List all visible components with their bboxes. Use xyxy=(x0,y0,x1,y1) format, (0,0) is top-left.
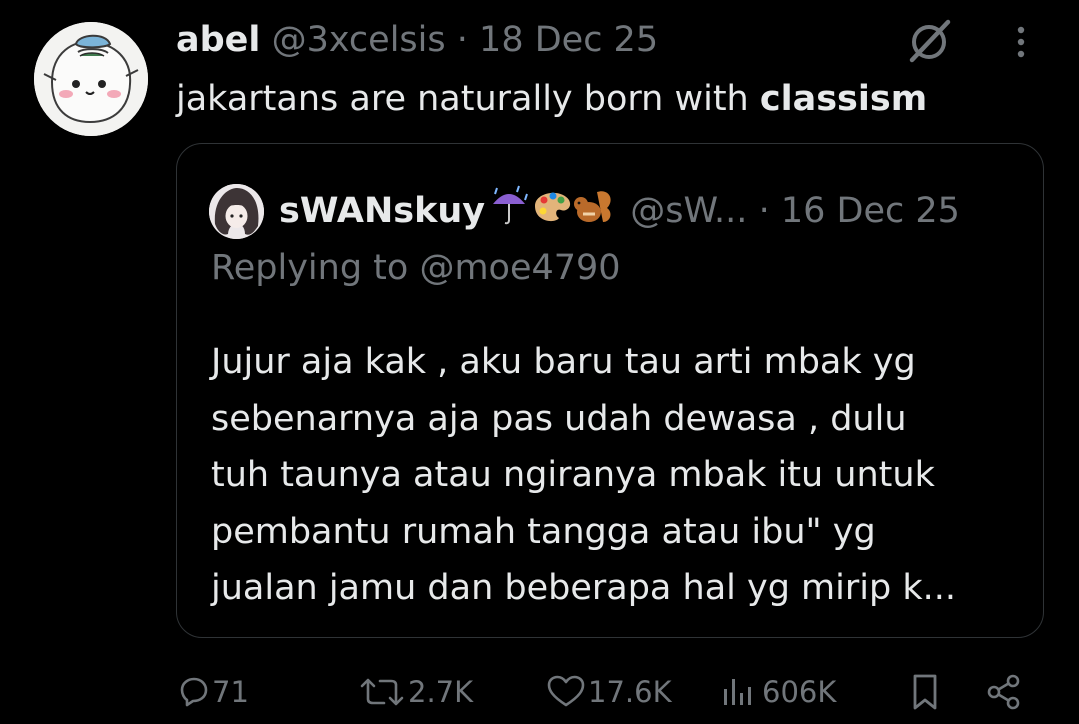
grok-icon[interactable] xyxy=(904,18,954,64)
like-count: 17.6K xyxy=(588,675,672,709)
tweet: abel @3xcelsis · 18 Dec 25 jakartans are… xyxy=(0,0,1079,724)
share-icon xyxy=(987,674,1020,710)
reply-count: 71 xyxy=(212,675,249,709)
reply-icon xyxy=(180,677,208,707)
author-emoji-group xyxy=(489,182,615,228)
quoted-text-line: sebenarnya aja pas udah dewasa , dulu xyxy=(211,398,907,439)
palette-emoji xyxy=(535,192,571,222)
quoted-text-line: pembantu rumah tangga atau ibu" yg xyxy=(211,511,876,552)
action-bar: 71 2.7K 17.6K 606K xyxy=(0,666,1079,718)
heart-icon xyxy=(547,675,585,707)
views-button[interactable]: 606K xyxy=(720,666,836,718)
bookmark-button[interactable] xyxy=(908,666,942,718)
repost-count: 2.7K xyxy=(408,675,474,709)
quoted-text-line: tuh taunya atau ngiranya mbak itu untuk xyxy=(211,455,935,495)
quoted-tweet-card[interactable]: sWANskuy @sW... · 16 Dec 25 Replying to … xyxy=(176,143,1044,638)
author-avatar[interactable] xyxy=(34,22,148,136)
replying-to-label[interactable]: Replying to @moe4790 xyxy=(211,244,621,292)
repost-button[interactable]: 2.7K xyxy=(358,666,473,718)
bookmark-icon xyxy=(913,674,937,710)
quoted-text-line: Jujur aja kak , aku baru tau arti mbak y… xyxy=(211,342,916,382)
share-button[interactable] xyxy=(984,666,1024,718)
tweet-header: abel @3xcelsis · 18 Dec 25 xyxy=(176,18,658,62)
quoted-avatar-illustration xyxy=(209,184,264,239)
author-handle[interactable]: @3xcelsis xyxy=(272,20,446,60)
chipmunk-emoji xyxy=(574,191,611,222)
quoted-author-avatar[interactable] xyxy=(209,184,264,239)
header-separator: · xyxy=(456,20,468,60)
quoted-tweet-date[interactable]: 16 Dec 25 xyxy=(781,191,960,231)
views-count: 606K xyxy=(762,675,837,709)
quoted-author-handle[interactable]: @sW... xyxy=(630,191,747,231)
like-button[interactable]: 17.6K xyxy=(546,666,672,718)
reply-button[interactable]: 71 xyxy=(176,666,249,718)
views-icon xyxy=(724,679,751,705)
quoted-header-separator: · xyxy=(758,191,770,231)
tweet-text-plain: jakartans are naturally born with xyxy=(176,79,760,119)
author-name[interactable]: abel xyxy=(176,20,260,60)
tweet-text-bold: classism xyxy=(759,79,928,119)
umbrella-rain-emoji xyxy=(493,185,529,225)
tweet-date[interactable]: 18 Dec 25 xyxy=(479,20,658,60)
more-dots-icon[interactable] xyxy=(1006,22,1036,62)
quoted-tweet-header: sWANskuy @sW... · 16 Dec 25 xyxy=(279,182,960,235)
quoted-text-line: jualan jamu dan beberapa hal yg mirip k.… xyxy=(211,568,956,608)
tweet-text: jakartans are naturally born with classi… xyxy=(176,76,927,122)
quoted-author-name[interactable]: sWANskuy xyxy=(279,191,485,231)
avatar-illustration xyxy=(34,22,148,136)
quoted-tweet-text: Jujur aja kak , aku baru tau arti mbak y… xyxy=(211,334,956,617)
repost-icon xyxy=(360,678,404,706)
